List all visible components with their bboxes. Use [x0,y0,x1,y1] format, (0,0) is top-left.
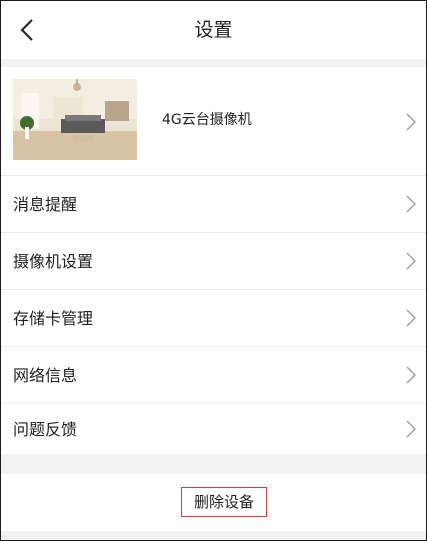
device-item[interactable]: 4G云台摄像机 [1,67,426,175]
menu-item-message-reminder[interactable]: 消息提醒 [1,175,426,233]
delete-device-button[interactable]: 删除设备 [181,487,267,517]
section-divider [1,454,426,474]
delete-section: 删除设备 [1,474,426,531]
chevron-right-icon [406,366,416,384]
menu-item-label: 问题反馈 [13,420,78,439]
back-button[interactable] [13,16,41,44]
menu-item-label: 存储卡管理 [13,309,94,328]
section-divider [1,531,426,540]
menu-item-label: 消息提醒 [13,195,78,214]
chevron-right-icon [406,195,416,213]
chevron-right-icon [406,420,416,438]
menu-item-network-info[interactable]: 网络信息 [1,346,426,404]
menu-item-label: 网络信息 [13,366,78,385]
menu-item-feedback[interactable]: 问题反馈 [1,403,426,455]
room-image [13,79,137,160]
header-bar: 设置 [1,1,426,59]
chevron-left-icon [20,19,33,41]
device-thumbnail [13,79,137,160]
menu-item-label: 摄像机设置 [13,252,94,271]
chevron-right-icon [406,309,416,327]
chevron-right-icon [406,252,416,270]
menu-item-camera-settings[interactable]: 摄像机设置 [1,232,426,290]
device-name: 4G云台摄像机 [162,112,252,128]
page-title: 设置 [194,19,233,41]
settings-screen: 设置 4G云台摄像机 消息提醒 摄像机设置 存储卡管理 网络信息 问题反馈 删除… [0,0,427,541]
section-divider [1,59,426,67]
menu-item-storage-card[interactable]: 存储卡管理 [1,289,426,347]
chevron-right-icon [406,113,416,131]
